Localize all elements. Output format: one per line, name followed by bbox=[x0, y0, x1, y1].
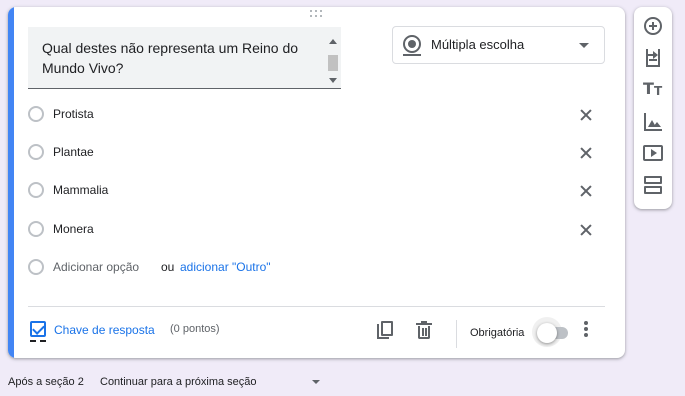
question-input[interactable]: Qual destes não representa um Reino do M… bbox=[28, 27, 341, 89]
scroll-up-icon[interactable] bbox=[329, 39, 337, 44]
question-text[interactable]: Qual destes não representa um Reino do M… bbox=[42, 38, 312, 78]
radio-icon bbox=[28, 221, 44, 237]
option-row: Mammalia bbox=[28, 179, 598, 203]
footer-separator bbox=[456, 320, 457, 348]
close-icon[interactable] bbox=[574, 141, 598, 165]
question-card: Qual destes não representa um Reino do M… bbox=[8, 7, 625, 358]
close-icon[interactable] bbox=[574, 103, 598, 127]
add-image-icon[interactable] bbox=[641, 110, 665, 134]
radio-icon bbox=[28, 259, 44, 275]
more-vert-icon[interactable] bbox=[581, 319, 591, 339]
answer-key-icon-underline bbox=[30, 340, 46, 342]
add-video-icon[interactable] bbox=[641, 141, 665, 165]
option-label[interactable]: Mammalia bbox=[53, 183, 108, 197]
required-label: Obrigatória bbox=[470, 327, 525, 339]
add-option-row: Adicionar opção ou adicionar "Outro" bbox=[28, 256, 598, 280]
radio-icon bbox=[28, 144, 44, 160]
delete-icon[interactable] bbox=[412, 319, 436, 343]
or-label: ou bbox=[161, 260, 175, 274]
question-type-dropdown[interactable]: Múltipla escolha bbox=[392, 26, 605, 64]
question-type-label: Múltipla escolha bbox=[431, 37, 525, 52]
radio-icon bbox=[28, 182, 44, 198]
answer-key-icon bbox=[30, 321, 46, 337]
option-row: Plantae bbox=[28, 141, 598, 165]
section-navigation-value: Continuar para a próxima seção bbox=[100, 376, 257, 388]
close-icon[interactable] bbox=[574, 218, 598, 242]
required-toggle[interactable] bbox=[532, 317, 572, 347]
points-label: (0 pontos) bbox=[170, 323, 220, 335]
radio-button-icon bbox=[403, 35, 421, 56]
radio-icon bbox=[28, 106, 44, 122]
question-scrollbar[interactable] bbox=[327, 39, 339, 83]
add-question-icon[interactable] bbox=[641, 14, 665, 38]
close-icon[interactable] bbox=[574, 179, 598, 203]
drag-handle-icon[interactable] bbox=[310, 10, 324, 18]
active-accent-bar bbox=[8, 7, 14, 358]
answer-key-button[interactable]: Chave de resposta bbox=[30, 319, 170, 342]
chevron-down-icon bbox=[312, 380, 320, 384]
add-title-icon[interactable]: TT bbox=[641, 77, 665, 101]
scroll-down-icon[interactable] bbox=[329, 78, 337, 83]
option-label[interactable]: Plantae bbox=[53, 145, 94, 159]
footer-divider bbox=[28, 306, 605, 307]
add-section-icon[interactable] bbox=[641, 173, 665, 197]
scroll-thumb[interactable] bbox=[328, 55, 338, 71]
section-navigation-dropdown[interactable]: Continuar para a próxima seção bbox=[100, 376, 325, 392]
after-section-label: Após a seção 2 bbox=[8, 376, 84, 388]
add-other-link[interactable]: adicionar "Outro" bbox=[180, 260, 271, 274]
option-label[interactable]: Monera bbox=[53, 222, 94, 236]
option-row: Monera bbox=[28, 218, 598, 242]
add-option-input[interactable]: Adicionar opção bbox=[53, 260, 139, 274]
chevron-down-icon bbox=[579, 43, 589, 48]
import-questions-icon[interactable] bbox=[641, 47, 665, 71]
option-row: Protista bbox=[28, 103, 598, 127]
floating-toolbar: TT bbox=[634, 7, 672, 209]
answer-key-label: Chave de resposta bbox=[54, 323, 155, 337]
option-label[interactable]: Protista bbox=[53, 107, 94, 121]
duplicate-icon[interactable] bbox=[374, 320, 398, 344]
